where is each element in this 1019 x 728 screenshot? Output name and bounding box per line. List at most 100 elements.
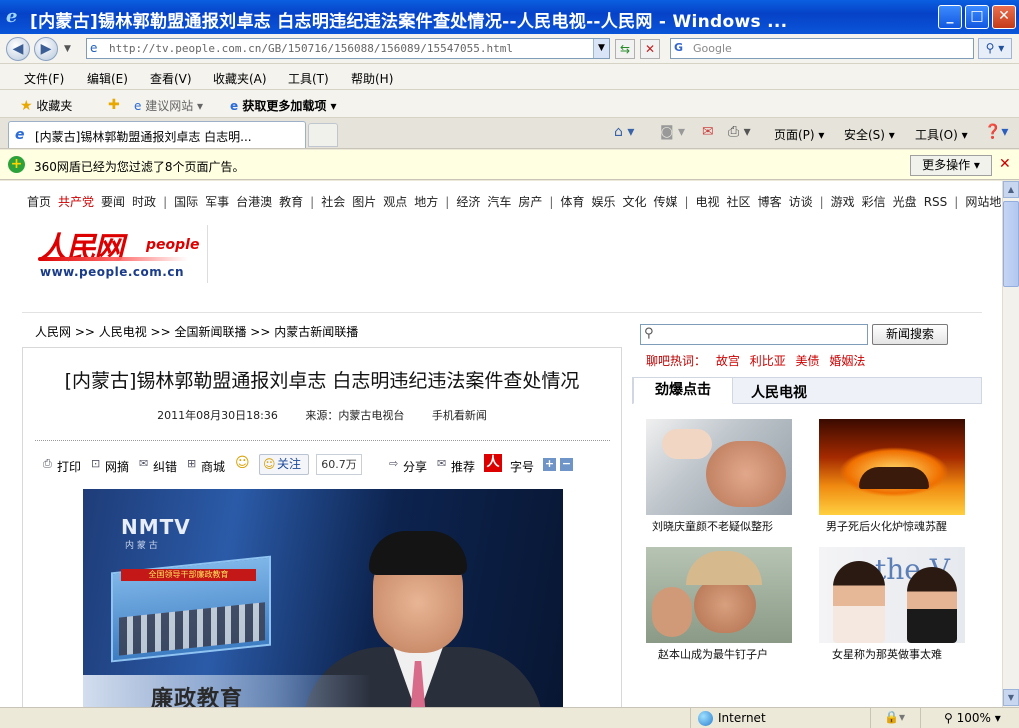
breadcrumb[interactable]: 人民网 >> 人民电视 >> 全国新闻联播 >> 内蒙古新闻联播 bbox=[35, 323, 358, 340]
thumb-image-1[interactable] bbox=[646, 419, 792, 515]
hot-word[interactable]: 婚姻法 bbox=[829, 354, 865, 368]
site-nav-link[interactable]: 体育 bbox=[560, 195, 584, 209]
close-notice-icon[interactable]: ✕ bbox=[999, 156, 1011, 172]
menu-file[interactable]: 文件(F) bbox=[24, 70, 64, 87]
get-addons-button[interactable]: e 获取更多加载项 ▾ bbox=[230, 97, 337, 114]
hot-word[interactable]: 利比亚 bbox=[750, 354, 786, 368]
zoom-level[interactable]: ⚲ 100% ▾ bbox=[944, 711, 1001, 725]
thumb-image-4[interactable]: the V bbox=[819, 547, 965, 643]
add-favorite-icon[interactable]: ✚ bbox=[108, 97, 120, 113]
more-actions-button[interactable]: 更多操作 ▾ bbox=[910, 155, 992, 176]
site-nav-link[interactable]: 时政 bbox=[132, 195, 156, 209]
font-increase-button[interactable]: + bbox=[543, 458, 556, 471]
mail-icon[interactable]: ✉ bbox=[702, 124, 714, 140]
menu-tools[interactable]: 工具(T) bbox=[288, 70, 329, 87]
thumb-caption-4[interactable]: 女星称为那英做事太难 bbox=[832, 646, 942, 662]
site-nav-link[interactable]: 访谈 bbox=[789, 195, 813, 209]
tab-hot-clicks[interactable]: 劲爆点击 bbox=[633, 377, 733, 404]
recommend-link[interactable]: 推荐 bbox=[451, 458, 475, 475]
thumb-image-2[interactable] bbox=[819, 419, 965, 515]
menu-view[interactable]: 查看(V) bbox=[150, 70, 192, 87]
site-nav-link[interactable]: RSS bbox=[924, 195, 948, 209]
site-nav-link[interactable]: 社区 bbox=[727, 195, 751, 209]
safety-menu[interactable]: 安全(S) ▾ bbox=[844, 126, 895, 143]
site-nav-link[interactable]: 要闻 bbox=[101, 195, 125, 209]
font-decrease-button[interactable]: − bbox=[560, 458, 573, 471]
help-icon[interactable]: ❓▾ bbox=[984, 124, 1008, 140]
refresh-button[interactable]: ⇆ bbox=[615, 39, 635, 59]
home-icon[interactable]: ⌂ ▾ bbox=[614, 124, 634, 140]
site-nav-link[interactable]: 经济 bbox=[456, 195, 480, 209]
feeds-icon[interactable]: ◙ ▾ bbox=[660, 124, 685, 140]
share-link[interactable]: 分享 bbox=[403, 458, 427, 475]
site-nav-link[interactable]: 地方 bbox=[414, 195, 438, 209]
tools-menu[interactable]: 工具(O) ▾ bbox=[915, 126, 968, 143]
close-button[interactable]: ✕ bbox=[992, 5, 1016, 29]
favorites-button[interactable]: ★ 收藏夹 bbox=[20, 97, 72, 114]
scroll-up-button[interactable]: ▲ bbox=[1003, 181, 1019, 198]
search-button[interactable]: ⚲ ▾ bbox=[978, 38, 1012, 59]
news-search-button[interactable]: 新闻搜索 bbox=[872, 324, 948, 345]
menu-favorites[interactable]: 收藏夹(A) bbox=[213, 70, 267, 87]
video-player[interactable]: 全国领导干部廉政教育 NMTV 内 蒙 古 廉政教育 bbox=[83, 489, 563, 707]
mobile-news-link[interactable]: 手机看新闻 bbox=[432, 409, 487, 422]
history-dropdown-icon[interactable]: ▼ bbox=[64, 44, 71, 54]
site-nav-link[interactable]: 游戏 bbox=[831, 195, 855, 209]
scroll-down-button[interactable]: ▼ bbox=[1003, 689, 1019, 706]
search-input[interactable]: Google bbox=[693, 42, 732, 55]
tab-current[interactable]: e [内蒙古]锡林郭勒盟通报刘卓志 白志明... bbox=[8, 121, 306, 148]
hot-word[interactable]: 美债 bbox=[796, 354, 820, 368]
thumb-caption-2[interactable]: 男子死后火化炉惊魂苏醒 bbox=[826, 518, 947, 534]
forward-button[interactable]: ▶ bbox=[34, 37, 58, 61]
minimize-button[interactable]: _ bbox=[938, 5, 962, 29]
page-menu[interactable]: 页面(P) ▾ bbox=[774, 126, 824, 143]
thumb-caption-3[interactable]: 赵本山成为最牛钉子户 bbox=[658, 646, 768, 662]
site-nav-link[interactable]: 教育 bbox=[279, 195, 303, 209]
back-button[interactable]: ◀ bbox=[6, 37, 30, 61]
suggested-sites-button[interactable]: e 建议网站 ▾ bbox=[134, 97, 203, 114]
site-nav-link[interactable]: 汽车 bbox=[487, 195, 511, 209]
site-nav-link[interactable]: 文化 bbox=[622, 195, 646, 209]
thumb-image-3[interactable] bbox=[646, 547, 792, 643]
correct-link[interactable]: 纠错 bbox=[153, 458, 177, 475]
site-nav-link[interactable]: 共产党 bbox=[58, 195, 94, 209]
print-icon[interactable]: ⎙ ▾ bbox=[728, 124, 751, 140]
site-nav-link[interactable]: 国际 bbox=[174, 195, 198, 209]
address-bar[interactable]: e http://tv.people.com.cn/GB/150716/1560… bbox=[86, 38, 610, 59]
menu-edit[interactable]: 编辑(E) bbox=[87, 70, 128, 87]
smiley-icon[interactable]: ☺ bbox=[235, 455, 250, 471]
stop-button[interactable]: ✕ bbox=[640, 39, 660, 59]
site-nav-link[interactable]: 光盘 bbox=[893, 195, 917, 209]
site-nav-link[interactable]: 观点 bbox=[383, 195, 407, 209]
follow-button[interactable]: ☺ 关注 bbox=[259, 454, 309, 475]
site-nav-link[interactable]: 台港澳 bbox=[236, 195, 272, 209]
address-dropdown-icon[interactable]: ▼ bbox=[593, 39, 609, 58]
shop-link[interactable]: 商城 bbox=[201, 458, 225, 475]
news-search-input[interactable]: ⚲ bbox=[640, 324, 868, 345]
site-nav-link[interactable]: 社会 bbox=[321, 195, 345, 209]
people-logo[interactable]: 人民网 people www.people.com.cn bbox=[38, 223, 213, 289]
site-nav-link[interactable]: 图片 bbox=[352, 195, 376, 209]
address-input[interactable]: http://tv.people.com.cn/GB/150716/156088… bbox=[109, 42, 513, 55]
site-nav-link[interactable]: 房产 bbox=[518, 195, 542, 209]
site-nav-link[interactable]: 彩信 bbox=[862, 195, 886, 209]
site-nav-link[interactable]: 电视 bbox=[696, 195, 720, 209]
excerpt-link[interactable]: 网摘 bbox=[105, 458, 129, 475]
menu-help[interactable]: 帮助(H) bbox=[351, 70, 393, 87]
site-nav-link[interactable]: 首页 bbox=[27, 195, 51, 209]
tab-people-tv[interactable]: 人民电视 bbox=[751, 382, 807, 402]
search-box[interactable]: G Google bbox=[670, 38, 974, 59]
vertical-scrollbar[interactable]: ▲ ▼ bbox=[1002, 181, 1019, 707]
protected-mode-icon[interactable]: 🔒▾ bbox=[884, 710, 905, 724]
site-nav-link[interactable]: 博客 bbox=[758, 195, 782, 209]
site-nav-link[interactable]: 军事 bbox=[205, 195, 229, 209]
new-tab-button[interactable] bbox=[308, 123, 338, 147]
maximize-button[interactable]: □ bbox=[965, 5, 989, 29]
thumb-caption-1[interactable]: 刘晓庆童颜不老疑似整形 bbox=[652, 518, 773, 534]
site-nav-link[interactable]: 网站地图 bbox=[965, 195, 1002, 209]
print-link[interactable]: 打印 bbox=[57, 458, 81, 475]
site-nav-link[interactable]: 传媒 bbox=[653, 195, 677, 209]
hot-word[interactable]: 故宫 bbox=[716, 354, 740, 368]
site-nav-link[interactable]: 娱乐 bbox=[591, 195, 615, 209]
scroll-thumb[interactable] bbox=[1003, 201, 1019, 287]
